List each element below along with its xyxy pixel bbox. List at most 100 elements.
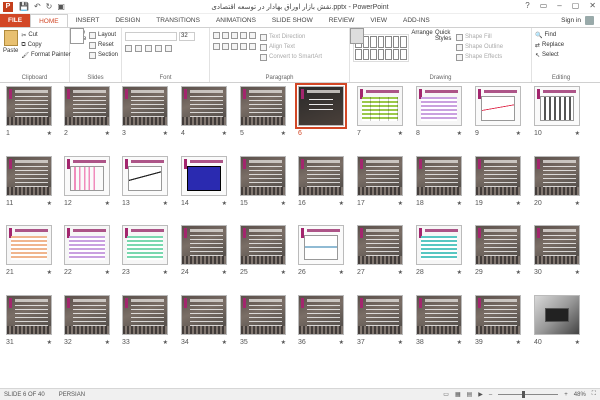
transition-star-icon[interactable]: ★	[47, 269, 52, 276]
transition-star-icon[interactable]: ★	[575, 269, 580, 276]
slide-preview[interactable]	[122, 86, 168, 126]
transition-star-icon[interactable]: ★	[47, 130, 52, 137]
slide-preview[interactable]	[475, 295, 521, 335]
slide-preview[interactable]	[240, 156, 286, 196]
shape-effects-button[interactable]: Shape Effects	[456, 52, 503, 62]
slide-sorter-icon[interactable]: ▦	[455, 391, 461, 398]
reading-view-icon[interactable]: ▤	[467, 391, 473, 398]
undo-icon[interactable]: ↶	[34, 2, 41, 11]
slide-thumbnail[interactable]: 34 ★	[181, 295, 227, 346]
tab-transitions[interactable]: TRANSITIONS	[148, 14, 208, 27]
maximize-icon[interactable]: ▢	[572, 1, 580, 10]
slide-thumbnail[interactable]: 31 ★	[6, 295, 52, 346]
close-icon[interactable]: ✕	[589, 1, 596, 10]
slide-preview[interactable]	[357, 86, 403, 126]
transition-star-icon[interactable]: ★	[163, 130, 168, 137]
align-center-icon[interactable]	[222, 43, 229, 50]
align-right-icon[interactable]	[231, 43, 238, 50]
slide-preview[interactable]	[416, 86, 462, 126]
transition-star-icon[interactable]: ★	[339, 200, 344, 207]
slide-thumbnail[interactable]: 8 ★	[416, 86, 462, 137]
slide-preview[interactable]	[181, 156, 227, 196]
transition-star-icon[interactable]: ★	[457, 130, 462, 137]
increase-indent-icon[interactable]	[240, 32, 247, 39]
tab-file[interactable]: FILE	[0, 14, 31, 27]
slide-preview[interactable]	[181, 86, 227, 126]
smartart-button[interactable]: Convert to SmartArt	[260, 52, 322, 62]
slide-thumbnail[interactable]: 40 ★	[534, 295, 580, 346]
slide-thumbnail[interactable]: 30 ★	[534, 225, 580, 276]
help-icon[interactable]: ?	[525, 1, 529, 10]
underline-icon[interactable]	[145, 45, 152, 52]
tab-view[interactable]: VIEW	[362, 14, 395, 27]
slide-preview[interactable]	[6, 86, 52, 126]
tab-add-ins[interactable]: ADD-INS	[395, 14, 438, 27]
minimize-icon[interactable]: –	[557, 1, 561, 10]
line-spacing-icon[interactable]	[249, 32, 256, 39]
shape-fill-button[interactable]: Shape Fill	[456, 32, 503, 42]
tab-insert[interactable]: INSERT	[68, 14, 108, 27]
transition-star-icon[interactable]: ★	[281, 269, 286, 276]
sign-in[interactable]: Sign in	[561, 14, 600, 27]
transition-star-icon[interactable]: ★	[163, 200, 168, 207]
slide-preview[interactable]	[416, 295, 462, 335]
transition-star-icon[interactable]: ★	[163, 269, 168, 276]
tab-review[interactable]: REVIEW	[321, 14, 363, 27]
transition-star-icon[interactable]: ★	[516, 339, 521, 346]
reset-button[interactable]: Reset	[88, 40, 118, 50]
transition-star-icon[interactable]: ★	[457, 269, 462, 276]
transition-star-icon[interactable]: ★	[339, 269, 344, 276]
find-button[interactable]: 🔍 Find	[535, 30, 587, 40]
transition-star-icon[interactable]: ★	[457, 339, 462, 346]
slide-preview[interactable]	[298, 225, 344, 265]
align-left-icon[interactable]	[213, 43, 220, 50]
copy-button[interactable]: ⧉ Copy	[21, 40, 70, 50]
slide-thumbnail[interactable]: 21 ★	[6, 225, 52, 276]
zoom-slider[interactable]	[498, 391, 559, 398]
slide-preview[interactable]	[240, 225, 286, 265]
transition-star-icon[interactable]: ★	[516, 130, 521, 137]
italic-icon[interactable]	[135, 45, 142, 52]
transition-star-icon[interactable]: ★	[222, 269, 227, 276]
section-button[interactable]: Section	[88, 50, 118, 60]
slide-thumbnail[interactable]: 13 ★	[122, 156, 168, 207]
slide-preview[interactable]	[298, 295, 344, 335]
transition-star-icon[interactable]: ★	[575, 200, 580, 207]
slide-preview[interactable]	[416, 156, 462, 196]
slide-preview[interactable]	[534, 225, 580, 265]
slide-thumbnail[interactable]: 1 ★	[6, 86, 52, 137]
slide-preview[interactable]	[181, 295, 227, 335]
slide-thumbnail[interactable]: 17 ★	[357, 156, 403, 207]
numbering-icon[interactable]	[222, 32, 229, 39]
font-name-field[interactable]	[125, 32, 177, 41]
cut-button[interactable]: ✂ Cut	[21, 30, 70, 40]
transition-star-icon[interactable]: ★	[281, 200, 286, 207]
slide-thumbnail[interactable]: 24 ★	[181, 225, 227, 276]
slide-thumbnail[interactable]: 20 ★	[534, 156, 580, 207]
present-icon[interactable]: ▣	[57, 2, 65, 11]
transition-star-icon[interactable]: ★	[398, 339, 403, 346]
transition-star-icon[interactable]: ★	[516, 269, 521, 276]
slide-preview[interactable]	[416, 225, 462, 265]
slide-thumbnail[interactable]: 6	[295, 83, 347, 137]
slide-thumbnail[interactable]: 9 ★	[475, 86, 521, 137]
transition-star-icon[interactable]: ★	[398, 130, 403, 137]
transition-star-icon[interactable]: ★	[222, 200, 227, 207]
bullets-icon[interactable]	[213, 32, 220, 39]
transition-star-icon[interactable]: ★	[47, 339, 52, 346]
slide-preview[interactable]	[295, 83, 347, 129]
slide-preview[interactable]	[181, 225, 227, 265]
slide-thumbnail[interactable]: 39 ★	[475, 295, 521, 346]
slide-preview[interactable]	[534, 156, 580, 196]
slide-preview[interactable]	[475, 156, 521, 196]
transition-star-icon[interactable]: ★	[105, 269, 110, 276]
slide-thumbnail[interactable]: 2 ★	[64, 86, 110, 137]
transition-star-icon[interactable]: ★	[105, 130, 110, 137]
slide-thumbnail[interactable]: 35 ★	[240, 295, 286, 346]
slide-thumbnail[interactable]: 38 ★	[416, 295, 462, 346]
redo-icon[interactable]: ↻	[46, 2, 53, 11]
slide-preview[interactable]	[357, 295, 403, 335]
slide-preview[interactable]	[357, 225, 403, 265]
slide-thumbnail[interactable]: 16 ★	[298, 156, 344, 207]
slide-preview[interactable]	[64, 295, 110, 335]
